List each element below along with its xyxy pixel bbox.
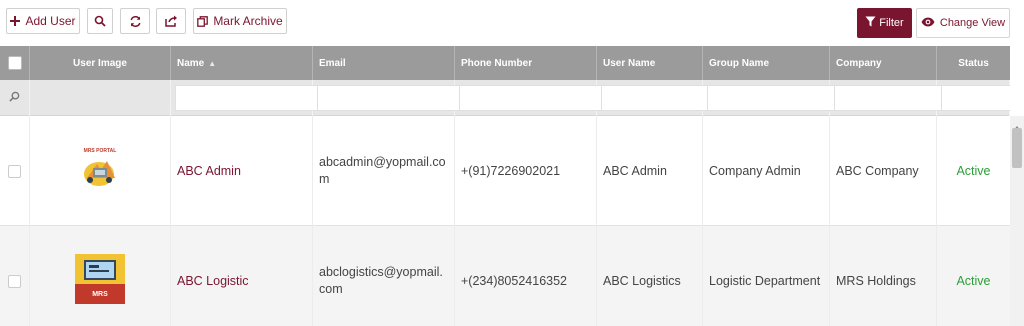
- phone-cell: +(91)7226902021: [455, 116, 597, 226]
- user-avatar: MRS PORTAL: [75, 143, 125, 199]
- scrollbar-thumb[interactable]: [1012, 128, 1022, 168]
- export-icon: [164, 15, 178, 27]
- column-header-group-name[interactable]: Group Name: [703, 46, 830, 80]
- row-checkbox[interactable]: [8, 164, 21, 178]
- email-cell: abcadmin@yopmail.com: [313, 116, 455, 226]
- phone-filter-input[interactable]: [459, 85, 611, 111]
- table-row[interactable]: MRS ABC Logistic abclogistics@yopmail.co…: [0, 226, 1010, 326]
- row-select-cell: [0, 116, 30, 226]
- filter-cell-group: x: [703, 80, 868, 116]
- toolbar: Add User Mark Archive Filter Change View: [0, 0, 1024, 46]
- column-header-user-name[interactable]: User Name: [597, 46, 703, 80]
- sort-icon: ▲: [208, 58, 217, 68]
- refresh-icon: [129, 15, 142, 28]
- filter-label: Filter: [879, 17, 904, 29]
- filter-row: x x x x x x x: [0, 80, 1010, 116]
- status-filter-input[interactable]: [941, 85, 1010, 111]
- filter-cell-phone: x: [455, 80, 620, 116]
- change-view-label: Change View: [939, 17, 1006, 29]
- column-header-status[interactable]: Status: [937, 46, 1010, 80]
- search-icon: [9, 89, 20, 107]
- vertical-scrollbar[interactable]: [1010, 116, 1024, 326]
- status-badge: Active: [956, 273, 991, 288]
- users-table: User Image Name ▲ Email Phone Number Use…: [0, 46, 1010, 326]
- column-header-company[interactable]: Company: [830, 46, 937, 80]
- user-name-link[interactable]: ABC Admin: [171, 116, 313, 226]
- username-cell: ABC Admin: [597, 116, 703, 226]
- column-header-phone-number[interactable]: Phone Number: [455, 46, 597, 80]
- plus-icon: [10, 16, 21, 26]
- filter-cell-status: x: [937, 80, 1010, 116]
- username-cell: ABC Logistics: [597, 226, 703, 326]
- mark-archive-label: Mark Archive: [213, 14, 283, 28]
- change-view-button[interactable]: Change View: [916, 8, 1010, 38]
- filter-button[interactable]: Filter: [857, 8, 912, 38]
- copy-icon: [197, 15, 209, 27]
- filter-cell-company: x: [830, 80, 995, 116]
- column-header-user-image[interactable]: User Image: [30, 46, 171, 80]
- refresh-button[interactable]: [120, 8, 150, 34]
- group-cell: Company Admin: [703, 116, 830, 226]
- logo-text: MRS: [92, 291, 108, 298]
- phone-cell: +(234)8052416352: [455, 226, 597, 326]
- export-button[interactable]: [156, 8, 186, 34]
- column-header-name[interactable]: Name ▲: [171, 46, 313, 80]
- group-cell: Logistic Department: [703, 226, 830, 326]
- search-icon: [94, 15, 106, 27]
- mark-archive-button[interactable]: Mark Archive: [193, 8, 287, 34]
- user-name-link[interactable]: ABC Logistic: [171, 226, 313, 326]
- search-button[interactable]: [87, 8, 113, 34]
- row-select-cell: [0, 226, 30, 326]
- status-badge: Active: [956, 163, 991, 178]
- filter-cell-username: x: [597, 80, 762, 116]
- select-all-checkbox[interactable]: [7, 56, 22, 70]
- select-all-cell: [0, 46, 30, 80]
- user-image-cell: MRS: [30, 226, 171, 326]
- table-row[interactable]: MRS PORTAL ABC Admin abcadmin@yopmail.co…: [0, 116, 1010, 226]
- logo-text: MRS PORTAL: [84, 148, 117, 154]
- company-cell: MRS Holdings: [830, 226, 937, 326]
- eye-icon: [921, 17, 935, 30]
- user-avatar: MRS: [75, 253, 125, 309]
- company-cell: ABC Company: [830, 116, 937, 226]
- row-checkbox[interactable]: [8, 274, 21, 288]
- add-user-button[interactable]: Add User: [6, 8, 80, 34]
- filter-cell-user-image: [30, 80, 171, 116]
- column-header-email[interactable]: Email: [313, 46, 455, 80]
- email-cell: abclogistics@yopmail.com: [313, 226, 455, 326]
- filter-cell-email: x: [313, 80, 478, 116]
- filter-cell-name: x: [171, 80, 336, 116]
- name-filter-input[interactable]: [175, 85, 327, 111]
- email-filter-input[interactable]: [317, 85, 469, 111]
- filter-row-icon-cell: [0, 80, 30, 116]
- user-image-cell: MRS PORTAL: [30, 116, 171, 226]
- add-user-label: Add User: [25, 14, 76, 28]
- table-header: User Image Name ▲ Email Phone Number Use…: [0, 46, 1010, 80]
- funnel-icon: [865, 16, 876, 30]
